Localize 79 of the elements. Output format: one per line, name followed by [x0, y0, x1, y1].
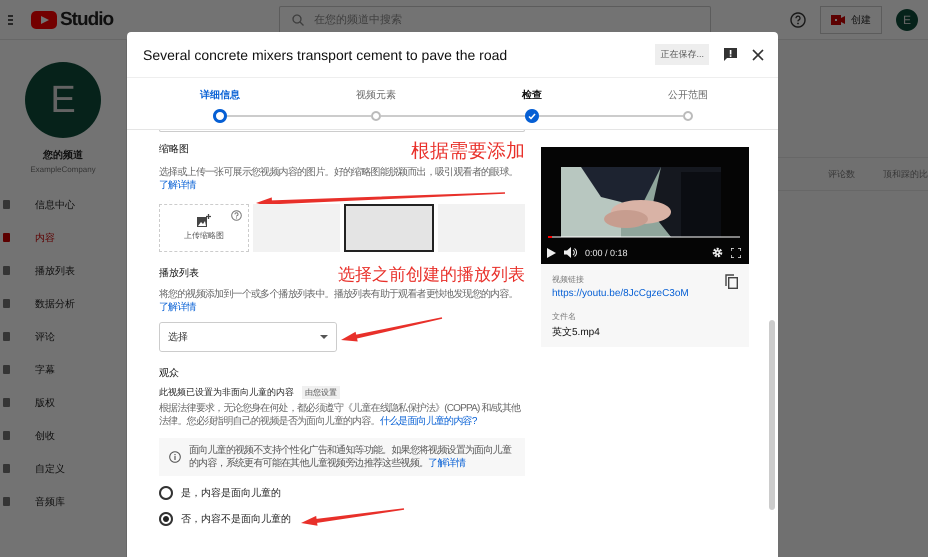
upload-thumbnail-button[interactable]: 上传缩略图	[159, 204, 249, 252]
search-icon	[292, 14, 304, 26]
step-tab[interactable]: 视频元素	[356, 88, 396, 102]
channel-title: 您的频道	[43, 148, 83, 162]
sidebar-item[interactable]: 版权	[0, 386, 126, 419]
nav-icon	[3, 464, 10, 473]
step-tab[interactable]: 详细信息	[200, 88, 240, 102]
close-icon[interactable]	[752, 48, 764, 60]
step-tab[interactable]: 公开范围	[668, 88, 708, 102]
create-button[interactable]: 创建	[820, 6, 882, 34]
learn-more-link[interactable]: 了解详情	[428, 458, 466, 469]
nav-icon	[3, 497, 10, 506]
sidebar-item[interactable]: 信息中心	[0, 188, 126, 221]
sidebar-item[interactable]: 自定义	[0, 452, 126, 485]
nav-icon	[3, 233, 10, 242]
thumbnail-option[interactable]	[253, 204, 340, 252]
section-description: 选择或上传一张可展示您视频内容的图片。好的缩略图能脱颖而出，吸引观看者的眼球。 了解详情	[159, 166, 519, 192]
audience-status: 此视频已设置为非面向儿童的内容	[159, 386, 294, 399]
help-icon[interactable]	[231, 210, 242, 221]
notice-text: 面向儿童的视频不支持个性化广告和通知等功能。如果您将视频设置为面向儿童的内容，系统更有可能在其他儿童视频旁边推荐这些视频。了解详情	[189, 444, 512, 470]
play-logo-icon[interactable]	[31, 10, 57, 28]
step-tab[interactable]: 检查	[522, 88, 542, 102]
nav-icon	[3, 332, 10, 341]
menu-icon[interactable]	[8, 14, 13, 24]
play-icon[interactable]	[547, 248, 556, 258]
caret-icon	[320, 334, 328, 339]
logo-text[interactable]: Studio	[60, 8, 114, 30]
nav-icon	[3, 266, 10, 275]
section-heading: 播放列表	[159, 266, 199, 280]
dialog-title: Several concrete mixers transport cement to pave the road	[143, 46, 508, 62]
sidebar-item[interactable]: 字幕	[0, 353, 126, 386]
section-description: 将您的视频添加到一个或多个播放列表中。播放列表有助于观看者更快地发现您的内容。 了解详情	[159, 288, 519, 314]
sidebar-item[interactable]: 播放列表	[0, 254, 126, 287]
learn-more-link[interactable]: 了解详情	[159, 180, 196, 191]
radio-option[interactable]: 是，内容是面向儿童的	[159, 486, 525, 500]
account-avatar[interactable]: E	[896, 8, 918, 30]
copy-icon[interactable]	[725, 274, 738, 289]
nav-icon	[3, 365, 10, 374]
radio-button[interactable]	[159, 486, 173, 500]
field-label: 文件名	[552, 311, 577, 322]
video-link[interactable]: https://youtu.be/8JcCgzeC3oM	[552, 288, 689, 299]
radio-button[interactable]	[159, 512, 173, 526]
nav-icon	[3, 200, 10, 209]
saving-status: 正在保存...	[655, 44, 709, 65]
channel-name: ExampleCompany	[30, 165, 96, 174]
learn-more-link[interactable]: 了解详情	[159, 302, 196, 313]
sidebar-item[interactable]: 数据分析	[0, 287, 126, 320]
sidebar-item[interactable]: 内容	[0, 221, 126, 254]
annotation-text: 选择之前创建的播放列表	[338, 266, 525, 285]
sidebar-item[interactable]: 音频库	[0, 485, 126, 518]
sidebar-item[interactable]: 评论	[0, 320, 126, 353]
scrollbar-thumb[interactable]	[768, 320, 774, 510]
file-name: 英文5.mp4	[552, 326, 601, 339]
nav-icon	[3, 431, 10, 440]
thumbnail-option[interactable]	[344, 204, 434, 252]
info-icon	[169, 450, 181, 463]
camera-icon	[831, 14, 845, 24]
video-time: 0:00 / 0:18	[585, 248, 628, 258]
playlist-dropdown[interactable]: 选择	[159, 322, 337, 352]
fullscreen-icon[interactable]	[731, 248, 741, 258]
help-link[interactable]: 什么是面向儿童的内容?	[380, 416, 477, 427]
section-heading: 观众	[159, 366, 179, 380]
nav-icon	[3, 398, 10, 407]
sidebar-item[interactable]: 创收	[0, 419, 126, 452]
annotation-text: 根据需要添加	[411, 142, 525, 163]
column-header[interactable]: 评论数	[828, 168, 855, 180]
nav-icon	[3, 299, 10, 308]
status-tag: 由您设置	[302, 386, 340, 399]
settings-icon[interactable]	[712, 247, 723, 258]
field-label: 视频链接	[552, 274, 585, 285]
channel-avatar[interactable]: E	[25, 62, 101, 138]
section-heading: 缩略图	[159, 142, 189, 156]
help-icon[interactable]	[790, 12, 806, 28]
section-description: 根据法律要求，无论您身在何处，都必须遵守《儿童在线隐私保护法》(COPPA) 和/或其他法律。您必须指明自己的视频是否为面向儿童的内容。什么是面向儿童的内容?	[159, 402, 522, 428]
radio-option[interactable]: 否，内容不是面向儿童的	[159, 508, 525, 530]
add-image-icon	[197, 214, 211, 228]
volume-icon[interactable]	[564, 247, 577, 258]
column-header[interactable]: 顶和踩的比	[883, 168, 928, 180]
feedback-icon[interactable]	[723, 47, 738, 62]
